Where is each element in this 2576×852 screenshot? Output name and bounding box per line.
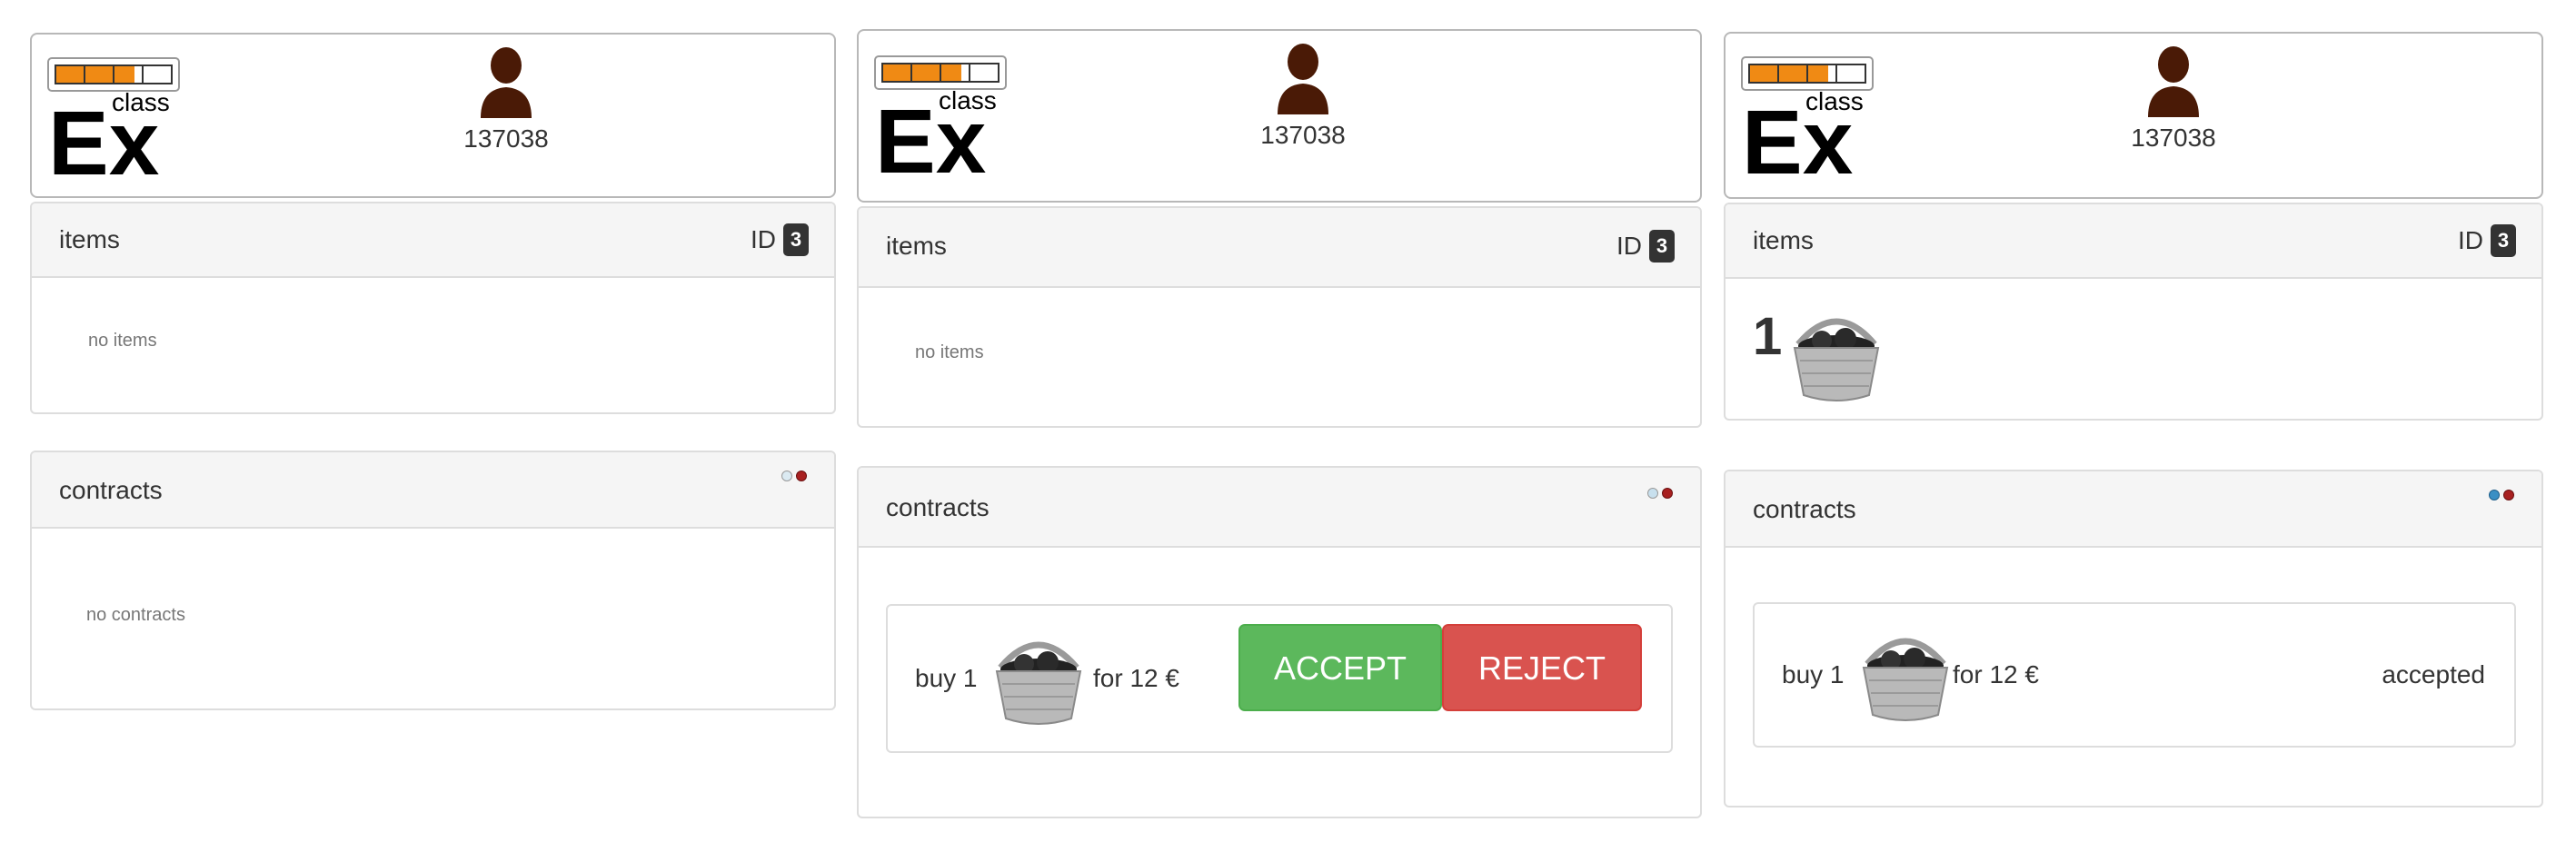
column-3: Ex class 137038 items ID 3 1 contracts b…: [1724, 32, 2543, 813]
avatar-icon: [1278, 44, 1328, 114]
id-label: ID: [1616, 232, 1642, 260]
column-1: Ex class 137038 items ID 3 no items cont…: [30, 33, 836, 714]
contract-price-text: for 12 €: [1953, 660, 2039, 689]
basket-icon: [995, 641, 1082, 725]
classex-logo: Ex class: [1741, 56, 1874, 183]
status-lights: [2489, 490, 2514, 500]
logo-small-text: class: [112, 88, 170, 116]
items-title: items: [886, 232, 947, 260]
status-light-blue-icon: [2489, 490, 2500, 500]
contract-buy-text: buy 1: [915, 664, 978, 692]
logo-small-text: class: [1805, 87, 1864, 115]
contracts-empty-text: no contracts: [86, 605, 185, 625]
accept-button[interactable]: ACCEPT: [1238, 624, 1442, 711]
items-panel: items ID 3 1: [1724, 203, 2543, 421]
user-block: 137038: [2074, 45, 2273, 153]
contract-card: buy 1 for 12 € ACCEPT REJECT: [886, 604, 1673, 753]
classex-logo: Ex class: [47, 57, 180, 183]
id-indicator: ID 3: [1616, 230, 1675, 263]
id-badge: 3: [1649, 230, 1675, 263]
id-indicator: ID 3: [751, 223, 809, 256]
id-label: ID: [2458, 226, 2483, 254]
id-badge: 3: [2491, 224, 2516, 257]
header: Ex class 137038: [1724, 32, 2543, 199]
classex-logo: Ex class: [874, 55, 1007, 182]
user-id: 137038: [1260, 121, 1346, 149]
item-count: 1: [1753, 307, 1783, 366]
contract-buy-text: buy 1: [1782, 660, 1845, 689]
contracts-title: contracts: [59, 476, 163, 504]
status-light-red-icon: [796, 471, 807, 481]
header: Ex class 137038: [30, 33, 836, 198]
id-label: ID: [751, 225, 776, 253]
user-id: 137038: [2131, 124, 2216, 152]
user-id: 137038: [463, 124, 549, 153]
status-light-red-icon: [1662, 488, 1673, 499]
user-block: 137038: [406, 45, 606, 154]
basket-icon: [1862, 638, 1949, 721]
header: Ex class 137038: [857, 29, 1702, 203]
status-light-blue-icon: [1647, 488, 1658, 499]
contract-card: buy 1 for 12 € accepted: [1753, 602, 2516, 748]
items-panel-header: items ID 3: [1726, 204, 2541, 279]
avatar-icon: [481, 47, 532, 118]
items-title: items: [1753, 226, 1814, 254]
contracts-panel-header: contracts: [859, 468, 1700, 548]
contracts-title: contracts: [886, 493, 990, 521]
status-light-red-icon: [2503, 490, 2514, 500]
items-empty-text: no items: [915, 342, 984, 362]
reject-button[interactable]: REJECT: [1442, 624, 1642, 711]
contracts-panel: contracts buy 1 for 12 € accepted: [1724, 470, 2543, 807]
id-badge: 3: [783, 223, 809, 256]
contract-status: accepted: [2382, 660, 2485, 689]
user-block: 137038: [1203, 42, 1403, 150]
id-indicator: ID 3: [2458, 224, 2516, 257]
contracts-panel: contracts no contracts: [30, 451, 836, 710]
items-panel: items ID 3 no items: [857, 206, 1702, 428]
status-lights: [781, 471, 807, 481]
contracts-panel: contracts buy 1 for 12 € ACCEPT REJECT: [857, 466, 1702, 818]
items-empty-text: no items: [88, 331, 157, 351]
column-2: Ex class 137038 items ID 3 no items cont…: [857, 29, 1702, 819]
items-panel-header: items ID 3: [859, 208, 1700, 288]
basket-icon[interactable]: [1785, 304, 1887, 406]
contract-price-text: for 12 €: [1093, 664, 1179, 692]
status-light-blue-icon: [781, 471, 792, 481]
contracts-panel-header: contracts: [1726, 471, 2541, 548]
contracts-title: contracts: [1753, 495, 1856, 523]
avatar-icon: [2148, 46, 2199, 117]
items-panel-header: items ID 3: [32, 203, 834, 278]
logo-small-text: class: [939, 86, 997, 114]
contracts-panel-header: contracts: [32, 452, 834, 529]
status-lights: [1647, 488, 1673, 499]
items-panel: items ID 3 no items: [30, 202, 836, 414]
items-title: items: [59, 225, 120, 253]
